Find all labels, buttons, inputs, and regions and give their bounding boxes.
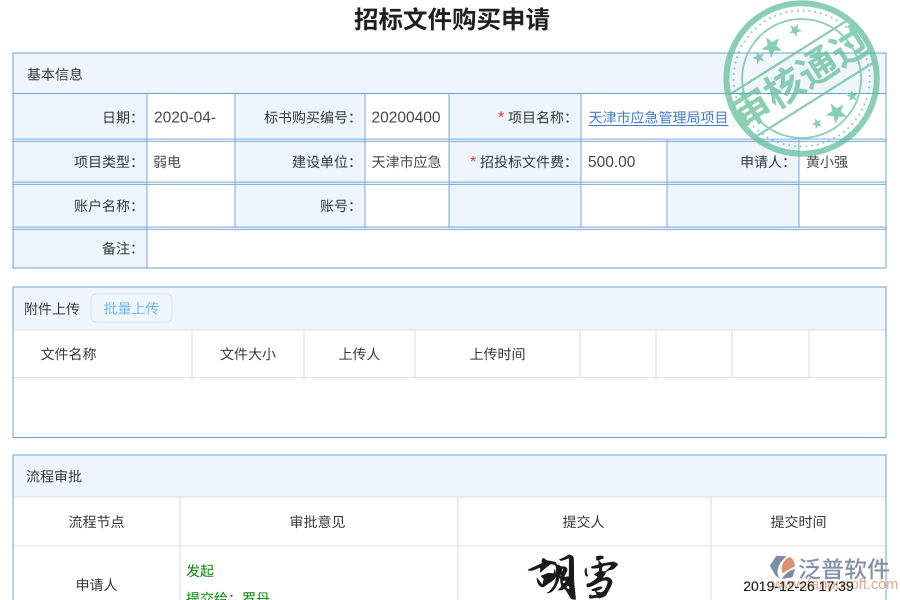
svg-text:2019-12-26 17:39: 2019-12-26 17:39 [743, 578, 854, 594]
svg-text:*: * [498, 110, 504, 127]
svg-text:20200400: 20200400 [372, 110, 441, 127]
svg-text:500.00: 500.00 [588, 154, 636, 171]
svg-text:2020-04-: 2020-04- [154, 110, 216, 127]
svg-text:*: * [470, 154, 476, 171]
